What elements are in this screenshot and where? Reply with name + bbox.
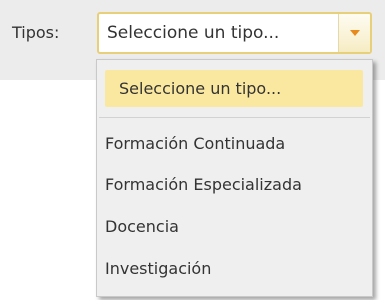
dropdown-option-formacion-especializada[interactable]: Formación Especializada — [105, 175, 302, 194]
tipos-label: Tipos: — [12, 23, 60, 42]
tipos-dropdown-menu: Seleccione un tipo... Formación Continua… — [96, 59, 373, 297]
dropdown-option-formacion-continuada[interactable]: Formación Continuada — [105, 134, 285, 153]
tipos-select-value: Seleccione un tipo... — [107, 23, 280, 43]
dropdown-option-placeholder[interactable]: Seleccione un tipo... — [105, 70, 363, 107]
chevron-down-icon — [350, 30, 360, 36]
tipos-select[interactable]: Seleccione un tipo... — [97, 12, 372, 54]
dropdown-separator — [99, 117, 370, 118]
dropdown-option-docencia[interactable]: Docencia — [105, 217, 179, 236]
dropdown-option-investigacion[interactable]: Investigación — [105, 259, 211, 278]
tipos-select-toggle-button[interactable] — [338, 14, 370, 52]
